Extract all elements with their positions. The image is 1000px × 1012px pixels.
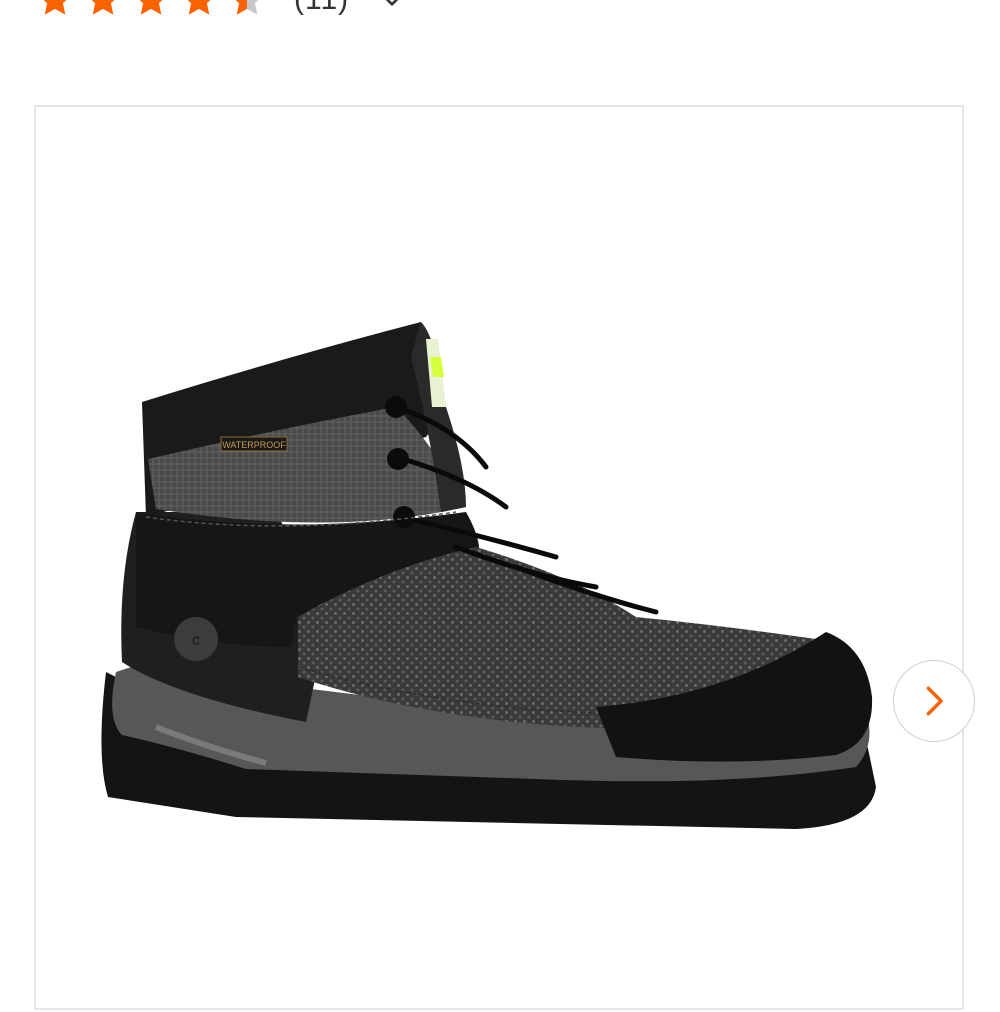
half-star-icon [235,0,259,15]
star-icon [43,0,67,15]
black-work-boot-image[interactable]: c WATERPROOF [36,107,966,1012]
svg-text:c: c [192,632,200,649]
star-icon [187,0,211,15]
product-image-gallery: c WATERPROOF [34,105,975,1012]
review-count[interactable]: (11) [294,0,349,17]
chevron-down-icon[interactable] [379,0,405,13]
star-icon [139,0,163,15]
next-image-button[interactable] [893,660,975,742]
chevron-right-icon [926,686,943,716]
rating-summary[interactable]: (11) [36,0,405,22]
star-rating [36,0,276,19]
waterproof-tag: WATERPROOF [222,440,286,450]
star-icon [91,0,115,15]
